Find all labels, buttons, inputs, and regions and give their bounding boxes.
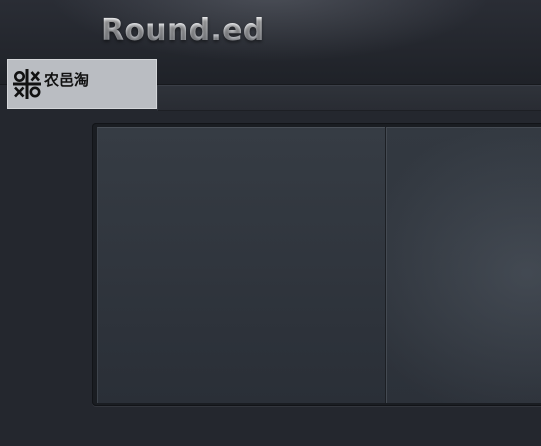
brand-title: Round.ed [101, 13, 265, 48]
tic-tac-toe-logo-icon [13, 69, 41, 99]
left-pane [97, 127, 385, 403]
watermark-text: 农邑淘 [44, 71, 90, 89]
right-pane [386, 127, 541, 403]
watermark-overlay: 农邑淘 [7, 59, 157, 109]
toolbar-strip [157, 85, 541, 111]
